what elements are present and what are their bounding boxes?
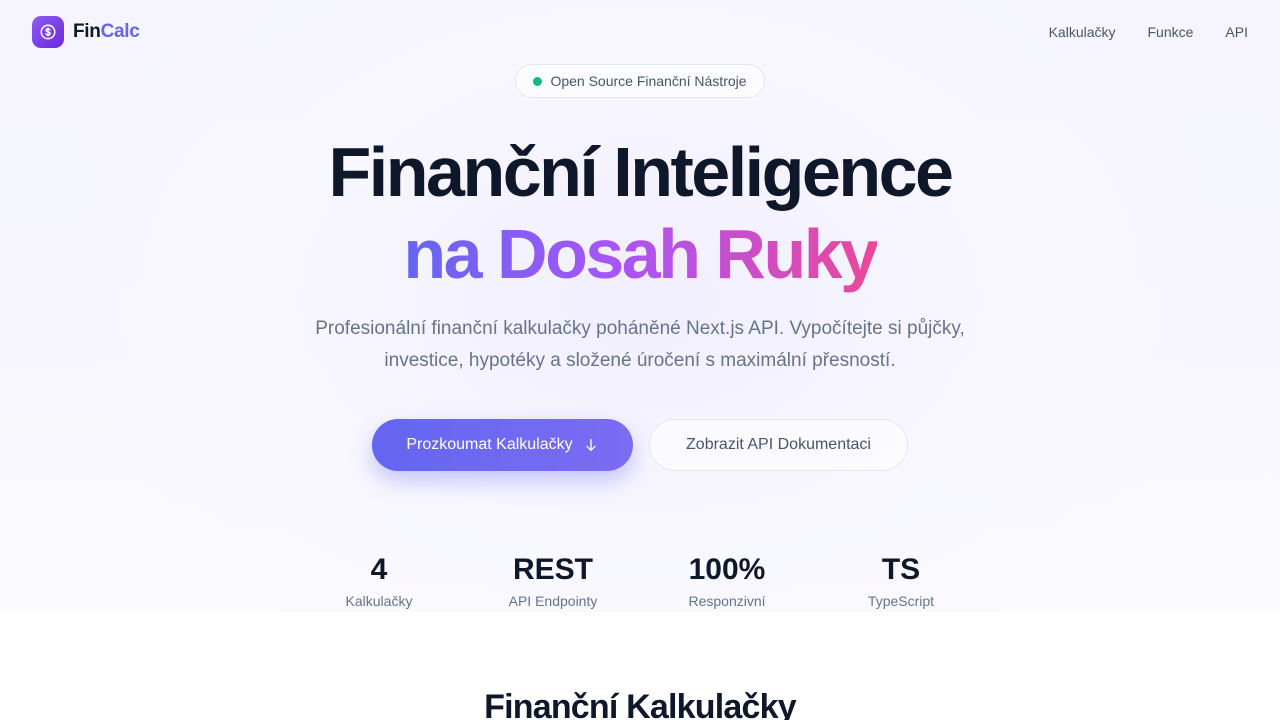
stat-value: TS: [881, 553, 921, 586]
api-docs-label: Zobrazit API Dokumentaci: [686, 436, 871, 453]
arrow-down-icon: [585, 439, 596, 451]
hero-subtitle-line2: investice, hypotéky a složené úročení s …: [384, 350, 896, 371]
stat-label: TypeScript: [867, 593, 935, 609]
stat-responsive: 100% Responzivní: [640, 551, 814, 609]
explore-calculators-label: Prozkoumat Kalkulačky: [406, 436, 573, 453]
hero-title-gradient-text: na Dosah Ruky: [403, 215, 879, 293]
hero-subtitle: Profesionální finanční kalkulačky poháně…: [290, 313, 990, 377]
stat-value: REST: [512, 553, 593, 586]
open-source-badge: Open Source Finanční Nástroje: [515, 64, 765, 98]
hero-subtitle-line1: Profesionální finanční kalkulačky poháně…: [315, 318, 965, 339]
nav-link-funkce[interactable]: Funkce: [1148, 24, 1194, 40]
nav-link-kalkulacky[interactable]: Kalkulačky: [1049, 24, 1116, 40]
nav-links: Kalkulačky Funkce API: [1049, 24, 1248, 40]
stat-label: Responzivní: [688, 593, 766, 609]
brand-name: FinCalc: [73, 21, 140, 42]
stats-row: 4 Kalkulačky REST API Endpointy 100% Res…: [292, 551, 988, 609]
badge-label: Open Source Finanční Nástroje: [550, 73, 747, 89]
nav-link-api[interactable]: API: [1225, 24, 1248, 40]
stat-api: REST API Endpointy: [466, 551, 640, 609]
explore-calculators-button[interactable]: Prozkoumat Kalkulačky: [372, 419, 633, 471]
api-docs-button[interactable]: Zobrazit API Dokumentaci: [649, 419, 908, 471]
stat-calculators: 4 Kalkulačky: [292, 551, 466, 609]
stat-value: 4: [370, 553, 388, 586]
brand[interactable]: FinCalc: [32, 16, 140, 48]
top-navbar: FinCalc Kalkulačky Funkce API: [0, 0, 1280, 64]
dollar-coin-icon: [32, 16, 64, 48]
hero-title-line2: na Dosah Ruky: [0, 212, 1280, 296]
calculators-section-title: Finanční Kalkulačky: [484, 688, 797, 720]
stat-value: 100%: [688, 553, 766, 586]
stat-label: Kalkulačky: [345, 593, 413, 609]
stat-label: API Endpointy: [508, 593, 598, 609]
hero-title-line1: Finanční Inteligence: [328, 133, 954, 211]
status-dot-icon: [533, 76, 543, 86]
stat-typescript: TS TypeScript: [814, 551, 988, 609]
